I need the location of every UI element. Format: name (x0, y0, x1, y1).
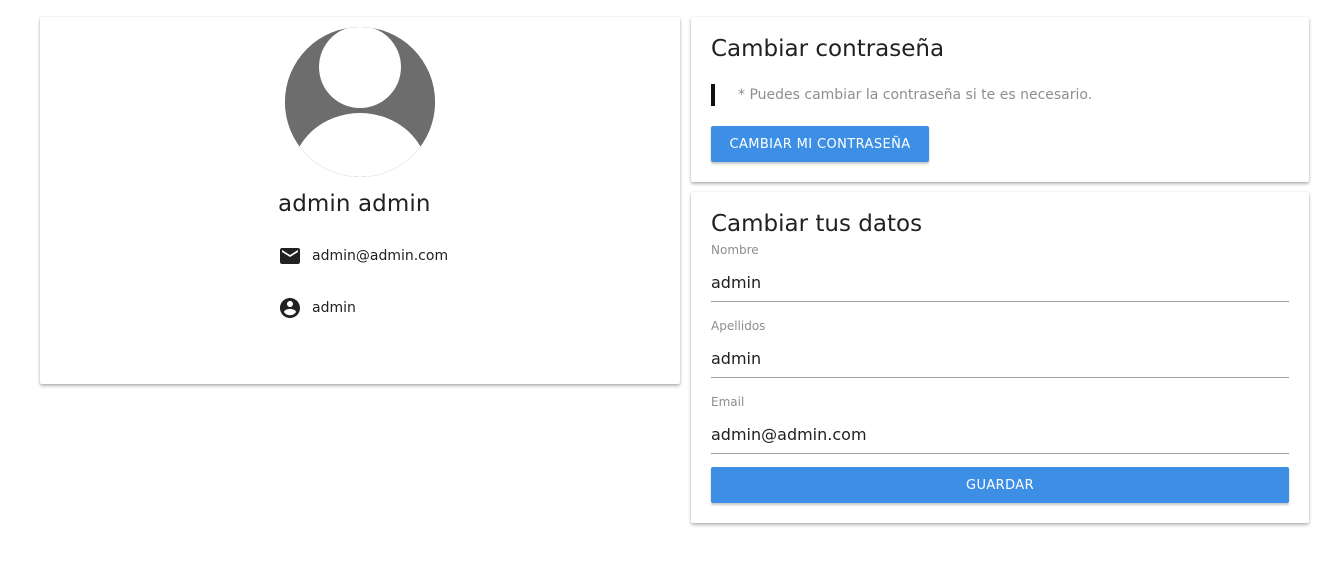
change-password-title: Cambiar contraseña (711, 36, 945, 62)
profile-email: admin@admin.com (312, 248, 449, 264)
email-field-group: Email (711, 395, 1289, 454)
profile-card: admin admin admin@admin.com admin (40, 17, 680, 384)
email-input[interactable] (711, 415, 1289, 454)
nombre-input[interactable] (711, 263, 1289, 302)
nombre-label: Nombre (711, 243, 759, 257)
apellidos-label: Apellidos (711, 319, 766, 333)
profile-name: admin admin (278, 191, 431, 217)
apellidos-field-group: Apellidos (711, 319, 1289, 378)
save-button[interactable]: GUARDAR (711, 467, 1289, 503)
account-circle-icon (278, 296, 302, 320)
profile-username-row: admin (278, 296, 356, 320)
apellidos-input[interactable] (711, 339, 1289, 378)
profile-username: admin (312, 300, 356, 316)
email-label: Email (711, 395, 745, 409)
change-password-note: * Puedes cambiar la contraseña si te es … (711, 84, 1092, 106)
user-avatar-icon (285, 27, 435, 177)
avatar (285, 27, 435, 177)
change-password-button[interactable]: CAMBIAR MI CONTRASEÑA (711, 126, 929, 162)
profile-email-row: admin@admin.com (278, 244, 448, 268)
change-data-title: Cambiar tus datos (711, 211, 923, 237)
mail-icon (278, 244, 302, 268)
change-data-card: Cambiar tus datos Nombre Apellidos Email… (691, 192, 1309, 523)
nombre-field-group: Nombre (711, 243, 1289, 302)
change-password-card: Cambiar contraseña * Puedes cambiar la c… (691, 17, 1309, 182)
